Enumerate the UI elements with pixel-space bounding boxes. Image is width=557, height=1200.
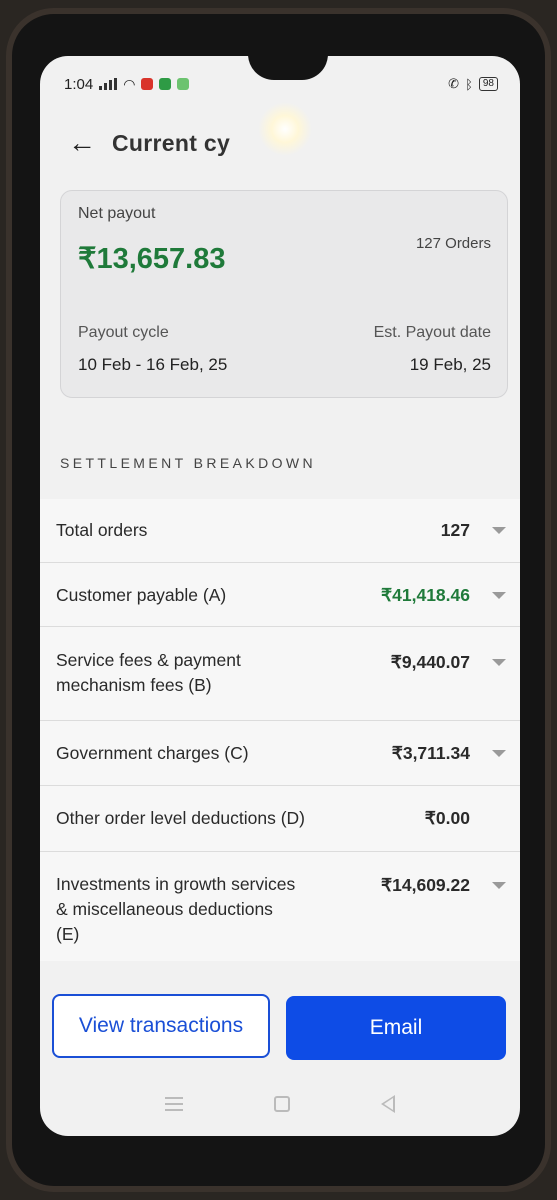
row-value: ₹3,711.34 [391,743,470,763]
net-payout-amount: ₹13,657.83 [78,243,226,275]
phone-frame: 1:04 ◠ ✆ ᛒ 98 ← Current cy Net payout ₹1… [6,8,551,1192]
net-payout-label: Net payout [78,205,156,222]
notification-icon [141,78,154,90]
status-bar: 1:04 ◠ ✆ ᛒ 98 [40,70,520,98]
wifi-icon: ◠ [123,75,136,92]
row-label: Service fees & payment mechanism fees (B… [56,650,241,695]
page-title: Current cy [112,129,231,156]
screen: 1:04 ◠ ✆ ᛒ 98 ← Current cy Net payout ₹1… [40,56,520,1136]
chevron-down-icon [492,659,506,666]
view-transactions-button[interactable]: View transactions [52,994,270,1058]
home-icon[interactable] [273,1096,290,1112]
row-value: ₹41,418.46 [381,585,470,605]
est-payout-date-label: Est. Payout date [373,324,491,341]
breakdown-row-customer-payable[interactable]: Customer payable (A) ₹41,418.46 [40,563,520,627]
back-triangle-icon[interactable] [380,1095,395,1113]
settlement-breakdown-list: Total orders 127 Customer payable (A) ₹4… [40,499,520,976]
payout-cycle-value: 10 Feb - 16 Feb, 25 [78,355,228,374]
breakdown-row-growth-investments[interactable]: Investments in growth services & miscell… [40,852,520,976]
est-payout-date-value: 19 Feb, 25 [409,355,491,374]
signal-icon [99,78,118,90]
row-value: ₹14,609.22 [381,875,470,895]
notification-icon [177,78,190,90]
call-icon: ✆ [448,76,460,91]
row-label: Other order level deductions (D) [56,808,305,828]
breakdown-row-government-charges[interactable]: Government charges (C) ₹3,711.34 [40,721,520,786]
payout-cycle-label: Payout cycle [78,324,169,341]
breakdown-row-total-orders[interactable]: Total orders 127 [40,499,520,563]
system-nav-bar [40,1074,520,1134]
row-label: Investments in growth services & miscell… [56,874,296,944]
row-value: ₹9,440.07 [390,652,470,672]
row-label: Total orders [56,520,148,540]
row-value: ₹0.00 [424,808,470,828]
breakdown-row-service-fees[interactable]: Service fees & payment mechanism fees (B… [40,627,520,721]
action-footer: View transactions Email [40,961,520,1061]
notification-icon [159,78,172,90]
light-glare [258,102,312,156]
email-button[interactable]: Email [286,996,506,1060]
chevron-down-icon [492,882,506,889]
chevron-down-icon [492,592,506,599]
chevron-down-icon [492,750,506,757]
arrow-left-icon[interactable]: ← [68,127,112,159]
orders-count: 127 Orders [415,235,491,252]
menu-icon[interactable] [165,1097,184,1111]
battery-icon: 98 [478,77,498,91]
settlement-breakdown-heading: SETTLEMENT BREAKDOWN [60,455,316,471]
bluetooth-icon: ᛒ [465,76,473,92]
payout-summary-card: Net payout ₹13,657.83 127 Orders Payout … [60,190,508,398]
status-time: 1:04 [64,75,94,93]
row-value: 127 [440,520,470,540]
breakdown-row-other-deductions: Other order level deductions (D) ₹0.00 [40,786,520,852]
chevron-down-icon [492,527,506,534]
